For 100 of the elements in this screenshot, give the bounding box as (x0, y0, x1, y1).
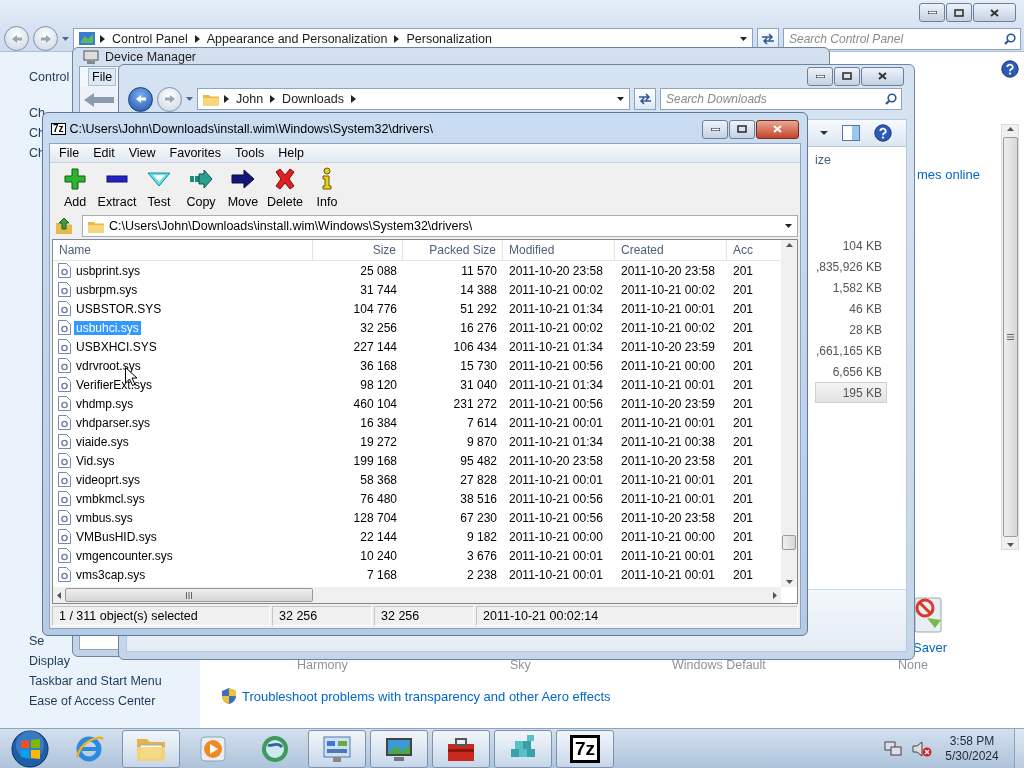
status-text: 1 / 311 object(s) selected (52, 606, 270, 626)
file-name[interactable]: vmbus.sys (74, 510, 135, 525)
troubleshoot-link[interactable]: Troubleshoot problems with transparency and other Aero effects (242, 688, 611, 704)
status-text: 2011-10-21 00:02:14 (476, 606, 798, 626)
table-cell-text: 27 828 (459, 472, 498, 487)
file-size[interactable]: 195 KB (815, 382, 887, 403)
path-field[interactable]: C:\Users\John\Downloads\install.wim\Windows\System32\drivers\ (82, 215, 798, 237)
file-name[interactable]: vhdparser.sys (74, 415, 153, 430)
file-size[interactable]: 28 KB (815, 319, 887, 340)
scroll-thumb[interactable] (782, 535, 796, 550)
horizontal-scrollbar[interactable] (53, 587, 781, 603)
taskbar-button[interactable] (432, 729, 490, 768)
close-button[interactable] (861, 66, 904, 86)
view-caret-icon (820, 131, 828, 135)
file-name[interactable]: USBXHCI.SYS (74, 339, 159, 354)
file-size[interactable]: 104 KB (815, 235, 887, 256)
back-arrow-icon (82, 92, 116, 108)
toolbar-button[interactable]: Info (306, 165, 348, 211)
file-name[interactable]: vmgencounter.sys (74, 548, 175, 563)
maximize-button[interactable] (834, 66, 860, 86)
file-name[interactable]: viaide.sys (74, 434, 131, 449)
file-name[interactable]: vhdmp.sys (74, 396, 136, 411)
toolbar-button[interactable]: Add (54, 165, 96, 211)
close-icon (773, 125, 782, 133)
file-name[interactable]: VerifierExt.sys (74, 377, 155, 392)
file-size[interactable]: ,835,926 KB (815, 256, 887, 277)
file-name[interactable]: vmbkmcl.sys (74, 491, 147, 506)
scroll-thumb[interactable] (1002, 137, 1018, 537)
menu-item[interactable]: File (52, 144, 87, 162)
toolbar-button[interactable]: Test (138, 165, 180, 211)
sidebar-link[interactable]: Display (29, 654, 70, 668)
scroll-thumb[interactable] (65, 588, 313, 602)
file-name[interactable]: videoprt.sys (74, 472, 143, 487)
file-name[interactable]: vdrvroot.sys (74, 358, 143, 373)
get-themes-link[interactable]: mes online (917, 167, 980, 182)
file-name[interactable]: USBSTOR.SYS (74, 301, 164, 316)
menu-item[interactable]: Help (271, 144, 311, 162)
minimize-button[interactable] (919, 3, 945, 22)
menu-item[interactable]: View (121, 144, 163, 162)
file-name[interactable]: VMBusHID.sys (74, 529, 159, 544)
column-header[interactable]: Name (53, 240, 313, 260)
breadcrumb[interactable]: Control Panel (110, 31, 190, 46)
menu-item[interactable]: Edit (86, 144, 122, 162)
show-desktop-button[interactable] (1014, 728, 1024, 768)
scrollbar[interactable] (1001, 124, 1019, 550)
menu-item[interactable]: Favorites (162, 144, 228, 162)
forward-button[interactable] (33, 26, 58, 51)
column-header[interactable]: Packed Size (403, 240, 503, 260)
table-cell-text: 10 240 (359, 548, 398, 563)
refresh-button[interactable] (634, 88, 656, 110)
address-bar[interactable]: Control Panel Appearance and Personalization Personalization (73, 27, 753, 50)
close-button[interactable] (973, 3, 1016, 22)
column-header[interactable]: Size (313, 240, 403, 260)
maximize-button[interactable] (729, 119, 755, 139)
minimize-button[interactable] (702, 119, 728, 139)
taskbar-button[interactable] (370, 729, 428, 768)
menu-item[interactable]: File (88, 68, 117, 86)
file-size[interactable]: ,661,165 KB (815, 340, 887, 361)
breadcrumb[interactable]: John (234, 92, 266, 106)
file-size[interactable]: 6,656 KB (815, 361, 887, 382)
sidebar-link[interactable]: Taskbar and Start Menu (29, 674, 162, 688)
maximize-button[interactable] (946, 3, 972, 22)
file-size[interactable]: 46 KB (815, 298, 887, 319)
column-header[interactable]: Created (615, 240, 727, 260)
table-cell-text: 201 (732, 282, 755, 297)
taskbar-button[interactable] (308, 729, 366, 768)
search-field[interactable]: Search Downloads (660, 88, 902, 110)
menu-item[interactable]: Tools (228, 144, 272, 162)
vertical-scrollbar[interactable] (781, 240, 797, 587)
minimize-button[interactable] (807, 66, 833, 86)
theme-setting-label[interactable]: Saver (913, 640, 947, 655)
close-button[interactable] (756, 119, 799, 139)
address-bar[interactable]: John Downloads (197, 88, 630, 110)
search-field[interactable]: Search Control Panel (783, 27, 1021, 50)
sidebar-link[interactable]: Ch (29, 106, 45, 120)
breadcrumb[interactable]: Appearance and Personalization (204, 31, 390, 46)
table-cell-text: 25 088 (359, 263, 398, 278)
file-name[interactable]: Vid.sys (74, 453, 117, 468)
back-button[interactable] (128, 86, 153, 112)
refresh-button[interactable] (757, 27, 779, 50)
sidebar-link[interactable]: Se (29, 634, 45, 648)
breadcrumb[interactable]: Personalization (404, 31, 494, 46)
sidebar-link[interactable]: Ease of Access Center (29, 694, 156, 708)
file-name[interactable]: usbrpm.sys (74, 282, 140, 297)
breadcrumb[interactable]: Downloads (280, 92, 346, 106)
plus-icon (63, 167, 87, 191)
forward-arrow-icon (163, 94, 176, 104)
file-size[interactable]: 1,582 KB (815, 277, 887, 298)
theme-name: None (898, 658, 929, 672)
toolbar-button[interactable]: Copy (180, 165, 222, 211)
sidebar-link[interactable]: Control (29, 70, 70, 84)
taskbar-button[interactable]: 7z (556, 729, 614, 768)
table-cell-text: 2011-10-21 01:34 (508, 434, 604, 449)
file-name[interactable]: vms3cap.sys (74, 567, 148, 582)
table-cell-text: 11 570 (460, 263, 498, 278)
toolbar-button[interactable]: Delete (264, 165, 306, 211)
file-name[interactable]: usbprint.sys (74, 263, 143, 278)
column-header[interactable]: Modified (503, 240, 615, 260)
toolbar-button[interactable]: Extract (96, 165, 138, 211)
toolbar-button[interactable]: Move (222, 165, 264, 211)
